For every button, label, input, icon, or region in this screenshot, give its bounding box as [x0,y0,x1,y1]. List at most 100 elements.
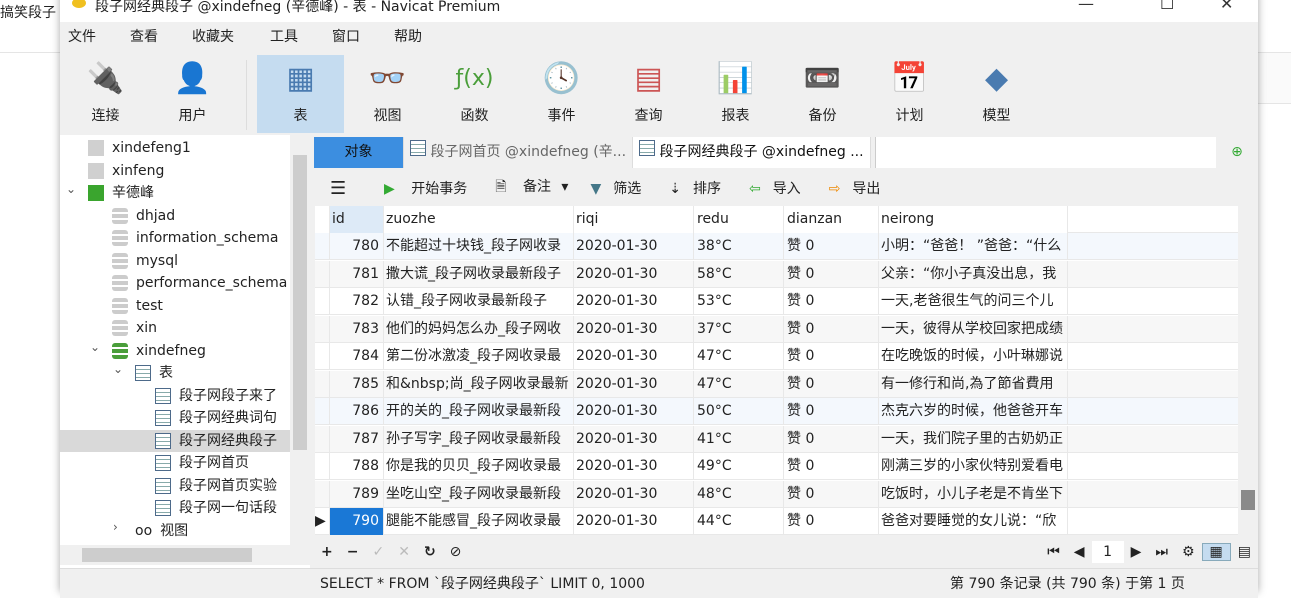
row-marker[interactable] [315,343,330,370]
cell-id[interactable]: 782 [330,288,384,315]
close-button[interactable]: ✕ [1220,0,1233,13]
cell-id[interactable]: 784 [330,343,384,370]
tab-objects[interactable]: 对象 [314,137,404,168]
cell-dianzan[interactable]: 赞 0 [784,480,879,508]
tree-item[interactable]: 段子网经典词句 [155,407,277,429]
cell-id[interactable]: 781 [330,260,384,288]
cell-dianzan[interactable]: 赞 0 [784,398,879,425]
cell-dianzan[interactable]: 赞 0 [784,370,879,398]
cell-zuozhe[interactable]: 不能超过十块钱_段子网收录 [384,233,574,260]
tree-item[interactable]: 辛德峰 [88,182,154,204]
stop-button[interactable]: ⊘ [443,544,469,560]
cell-id[interactable]: 785 [330,370,384,398]
column-header-id[interactable]: id [330,206,384,233]
grid-vertical-scrollbar[interactable] [1238,206,1258,535]
menu-help[interactable]: 帮助 [386,24,448,50]
chevron-down-icon[interactable]: ⌄ [90,340,100,354]
cell-riqi[interactable]: 2020-01-30 [574,453,694,480]
toolbar-function[interactable]: ƒ(x) 函数 [431,55,518,133]
tree-item[interactable]: 段子网段子来了 [155,385,277,407]
cell-redu[interactable]: 47°C [694,370,784,398]
cell-id[interactable]: 786 [330,398,384,425]
cell-zuozhe[interactable]: 腿能不能感冒_段子网收录最 [384,508,574,535]
table-row[interactable]: 785 和&nbsp;尚_段子网收录最新 2020-01-30 47°C 赞 0 有一修行… [315,370,1239,398]
cell-neirong[interactable]: 有一修行和尚,為了節省費用 [879,370,1068,398]
table-row[interactable]: 786 开的关的_段子网收录最新段 2020-01-30 50°C 赞 0 杰克六岁的时候… [315,398,1239,425]
table-row[interactable]: 788 你是我的贝贝_段子网收录最 2020-01-30 49°C 赞 0 刚满三岁的小家… [315,453,1239,480]
column-header-neirong[interactable]: neirong [879,206,1068,233]
cell-neirong[interactable]: 一天,老爸很生气的问三个儿 [879,288,1068,315]
cell-riqi[interactable]: 2020-01-30 [574,343,694,370]
tab-classic-jokes-table[interactable]: 段子网经典段子 @xindefneg ... [633,137,871,168]
cell-id[interactable]: 788 [330,453,384,480]
table-row[interactable]: 781 撒大谎_段子网收录最新段子 2020-01-30 58°C 赞 0 父亲：“你小子… [315,260,1239,288]
export-button[interactable]: ⇨ 导出 [817,178,893,198]
chevron-right-icon[interactable]: › [113,520,118,534]
cell-redu[interactable]: 58°C [694,260,784,288]
form-view-icon[interactable]: ▤ [1231,544,1258,560]
cell-id[interactable]: 790 [330,508,384,535]
column-header-riqi[interactable]: riqi [574,206,694,233]
toolbar-table[interactable]: ▦ 表 [257,55,344,133]
cell-id[interactable]: 789 [330,480,384,508]
cell-neirong[interactable]: 在吃晚饭的时候，小叶琳娜说 [879,343,1068,370]
cell-zuozhe[interactable]: 孙子写字_段子网收录最新段 [384,425,574,453]
tree-item[interactable]: performance_schema [112,272,287,294]
toolbar-query[interactable]: ▤ 查询 [605,55,692,133]
cell-neirong[interactable]: 刚满三岁的小家伙特别爱看电 [879,453,1068,480]
cell-id[interactable]: 783 [330,315,384,343]
apply-changes-button[interactable]: ✓ [365,544,391,560]
cell-riqi[interactable]: 2020-01-30 [574,508,694,535]
row-marker[interactable] [315,480,330,508]
cell-redu[interactable]: 37°C [694,315,784,343]
cell-riqi[interactable]: 2020-01-30 [574,370,694,398]
row-marker[interactable] [315,315,330,343]
import-button[interactable]: ⇦ 导入 [737,178,813,198]
cell-neirong[interactable]: 一天，我们院子里的古奶奶正 [879,425,1068,453]
toolbar-model[interactable]: ◆ 模型 [953,55,1040,133]
cell-redu[interactable]: 48°C [694,480,784,508]
maximize-button[interactable]: ☐ [1160,0,1174,13]
grid-view-icon[interactable]: ▦ [1201,543,1231,561]
menu-tools[interactable]: 工具 [262,24,324,50]
table-row[interactable]: 783 他们的妈妈怎么办_段子网收 2020-01-30 37°C 赞 0 一天，彼得从学… [315,315,1239,343]
tree-item[interactable]: 段子网经典段子 [60,429,290,452]
cell-neirong[interactable]: 爸爸对要睡觉的女儿说：“欣 [879,508,1068,535]
table-row[interactable]: 784 第二份冰激凌_段子网收录最 2020-01-30 47°C 赞 0 在吃晚饭的时候… [315,343,1239,370]
new-tab-icon[interactable]: ⊕ [1216,137,1258,168]
cell-dianzan[interactable]: 赞 0 [784,260,879,288]
row-marker[interactable] [315,453,330,480]
cell-zuozhe[interactable]: 他们的妈妈怎么办_段子网收 [384,315,574,343]
toolbar-report[interactable]: 📊 报表 [692,55,779,133]
tree-vertical-scrollbar[interactable] [290,135,310,545]
cell-neirong[interactable]: 一天，彼得从学校回家把成绩 [879,315,1068,343]
chevron-down-icon[interactable]: ⌄ [66,182,76,196]
cell-neirong[interactable]: 父亲：“你小子真没出息，我 [879,260,1068,288]
tree-item[interactable]: xin [112,317,157,339]
toolbar-view[interactable]: 👓 视图 [344,55,431,133]
tree-item[interactable]: test [112,295,163,317]
tab-homepage-table[interactable]: 段子网首页 @xindefneg (辛... [404,137,634,168]
row-marker[interactable] [315,206,330,233]
row-marker[interactable] [315,370,330,398]
prev-page-button[interactable]: ◀ [1067,544,1092,560]
menu-window[interactable]: 窗口 [324,24,386,50]
column-header-zuozhe[interactable]: zuozhe [384,206,574,233]
cell-riqi[interactable]: 2020-01-30 [574,425,694,453]
cell-riqi[interactable]: 2020-01-30 [574,398,694,425]
cell-redu[interactable]: 47°C [694,343,784,370]
cell-riqi[interactable]: 2020-01-30 [574,480,694,508]
table-row[interactable]: ▶ 790 腿能不能感冒_段子网收录最 2020-01-30 44°C 赞 0 爸爸对要睡觉… [315,508,1239,535]
sort-button[interactable]: ⇣ 排序 [657,178,733,198]
note-button[interactable]: 🗎 备注 ▾ [483,176,574,200]
row-marker[interactable] [315,233,330,260]
tree-item[interactable]: 表 [135,362,173,384]
cell-redu[interactable]: 38°C [694,233,784,260]
cell-redu[interactable]: 53°C [694,288,784,315]
row-marker[interactable] [315,288,330,315]
tree-item[interactable]: xindefneg [112,340,206,362]
tree-item[interactable]: 段子网首页 [155,452,249,474]
menu-icon[interactable]: ☰ [324,178,368,199]
cell-riqi[interactable]: 2020-01-30 [574,288,694,315]
cell-riqi[interactable]: 2020-01-30 [574,260,694,288]
